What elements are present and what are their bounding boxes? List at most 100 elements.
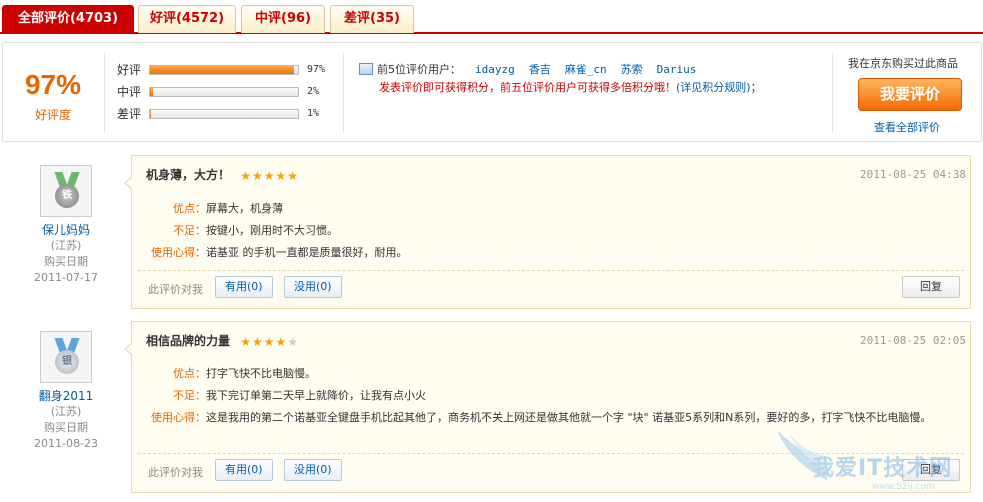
divider (832, 53, 833, 133)
useless-button[interactable]: 没用(0) (284, 276, 342, 298)
points-promo-text: 发表评价即可获得积分，前五位评价用户可获得多倍积分哦！ (379, 81, 676, 94)
review-experience: 使用心得：诺基亚 的手机一直都是质量很好，耐用。 (146, 244, 956, 262)
tab-all-reviews[interactable]: 全部评价(4703) (2, 5, 134, 33)
rating-bar-label: 好评 (117, 63, 142, 77)
divider (104, 53, 105, 133)
watermark-title: 我爱IT技术网 (812, 456, 953, 481)
review-date: 2011-08-25 04:38 (860, 168, 966, 181)
site-watermark: 我爱IT技术网 www.52ij.com (772, 420, 982, 500)
experience-label: 使用心得： (151, 411, 206, 424)
avatar[interactable]: 银 (40, 331, 92, 383)
star-filled-icon: ★ (287, 169, 299, 183)
tab-neutral-reviews[interactable]: 中评(96) (241, 5, 325, 33)
good-rate-value: 97% (24, 69, 82, 100)
rating-bar-fill (150, 66, 294, 74)
review-cons: 不足：我下完订单第二天早上就降价，让我有点小火 (146, 387, 956, 405)
review-title-row: 机身薄，大方！ ★★★★★ (146, 166, 299, 183)
rating-bar-label: 中评 (117, 85, 142, 99)
watermark-url: www.52ij.com (872, 482, 935, 492)
rating-bar-pct: 1% (307, 108, 320, 119)
buy-date-label: 购买日期 (44, 421, 88, 434)
reviewer-name[interactable]: 翻身2011 (20, 387, 112, 404)
iron-medal-icon: 铁 (55, 184, 79, 208)
star-filled-icon: ★ (275, 169, 287, 183)
rating-summary: 97% 好评度 好评 97% 中评 2% 差评 1% 前5位评价用户： idayz… (2, 42, 982, 142)
document-icon (359, 63, 373, 75)
top-reviewer-link[interactable]: 苏索 (621, 63, 643, 76)
rating-bar-neutral: 中评 2% (117, 84, 332, 100)
points-rule-link[interactable]: (详见积分规则) (676, 81, 751, 94)
tab-bad-reviews[interactable]: 差评(35) (330, 5, 414, 33)
top-reviewer-link[interactable]: 香吉 (529, 63, 551, 76)
cons-text: 我下完订单第二天早上就降价，让我有点小火 (206, 389, 426, 402)
review-footer: 此评价对我 有用(0) 没用(0) 回复 (138, 270, 964, 306)
rating-bar-track (149, 87, 299, 97)
good-rate-label: 好评度 (34, 108, 71, 122)
star-filled-icon: ★ (251, 335, 263, 349)
review-title-row: 相信品牌的力量 ★★★★★ (146, 332, 299, 349)
review-tabs: 全部评价(4703) 好评(4572) 中评(96) 差评(35) (0, 0, 983, 34)
review-pros: 优点：打字飞快不比电脑慢。 (146, 365, 956, 383)
divider (343, 53, 344, 133)
rating-bar-good: 好评 97% (117, 62, 332, 78)
bought-label: 我在京东购买过此商品 (848, 57, 958, 70)
useful-button[interactable]: 有用(0) (215, 459, 273, 481)
experience-label: 使用心得： (151, 246, 206, 259)
buy-date-label: 购买日期 (44, 255, 88, 268)
buy-date: 2011-08-23 (34, 437, 98, 450)
rating-bar-bad: 差评 1% (117, 106, 332, 122)
review-pros: 优点：屏幕大，机身薄 (146, 200, 956, 218)
pros-label: 优点： (173, 202, 206, 215)
points-promo: 发表评价即可获得积分，前五位评价用户可获得多倍积分哦！(详见积分规则)； (379, 79, 762, 95)
rating-bar-pct: 97% (307, 64, 326, 75)
tab-good-reviews[interactable]: 好评(4572) (138, 5, 236, 33)
view-all-reviews-link[interactable]: 查看全部评价 (874, 119, 940, 135)
rating-bar-track (149, 65, 299, 75)
review-title: 机身薄，大方！ (146, 168, 231, 182)
top-reviewer-link[interactable]: Darius (657, 63, 697, 76)
review-date: 2011-08-25 02:05 (860, 334, 966, 347)
avatar[interactable]: 铁 (40, 165, 92, 217)
top-reviewer-link[interactable]: 麻雀_cn (565, 63, 607, 76)
rating-bar-label: 差评 (117, 107, 142, 121)
star-filled-icon: ★ (240, 335, 251, 349)
pros-text: 打字飞快不比电脑慢。 (206, 367, 316, 380)
helpful-question: 此评价对我 (148, 283, 203, 296)
star-filled-icon: ★ (251, 169, 263, 183)
helpful-question: 此评价对我 (148, 466, 203, 479)
useful-button[interactable]: 有用(0) (215, 276, 273, 298)
silver-medal-icon: 银 (55, 350, 79, 374)
star-filled-icon: ★ (263, 169, 275, 183)
review-card: 机身薄，大方！ ★★★★★ 2011-08-25 04:38 优点：屏幕大，机身… (124, 155, 971, 309)
star-filled-icon: ★ (263, 335, 275, 349)
rating-bar-pct: 2% (307, 86, 320, 97)
rating-bar-fill (150, 110, 152, 118)
reply-button[interactable]: 回复 (902, 276, 960, 298)
top-reviewers: 前5位评价用户： idayzg 香吉 麻雀_cn 苏索 Darius (359, 61, 696, 77)
cons-label: 不足： (173, 389, 206, 402)
write-review-button[interactable]: 我要评价 (858, 78, 962, 111)
star-rating: ★★★★★ (240, 335, 299, 349)
buy-date: 2011-07-17 (34, 271, 98, 284)
reviewer-info: 银 翻身2011 (江苏) 购买日期 2011-08-23 (20, 331, 112, 452)
top-reviewers-label: 前5位评价用户： (377, 63, 461, 76)
top-reviewer-link[interactable]: idayzg (475, 63, 515, 76)
review-title: 相信品牌的力量 (146, 334, 231, 348)
cons-text: 按键小，刚用时不大习惯。 (206, 224, 338, 237)
rating-bar-fill (150, 88, 153, 96)
reviewer-region: (江苏) (50, 405, 82, 418)
star-empty-icon: ★ (287, 335, 299, 349)
reviewer-info: 铁 保儿妈妈 (江苏) 购买日期 2011-07-17 (20, 165, 112, 286)
pros-text: 屏幕大，机身薄 (206, 202, 283, 215)
experience-text: 诺基亚 的手机一直都是质量很好，耐用。 (206, 246, 408, 259)
cons-label: 不足： (173, 224, 206, 237)
star-rating: ★★★★★ (240, 169, 299, 183)
pros-label: 优点： (173, 367, 206, 380)
useless-button[interactable]: 没用(0) (284, 459, 342, 481)
star-filled-icon: ★ (240, 169, 251, 183)
reviewer-name[interactable]: 保儿妈妈 (20, 221, 112, 238)
rating-bar-track (149, 109, 299, 119)
review-cons: 不足：按键小，刚用时不大习惯。 (146, 222, 956, 240)
reviewer-region: (江苏) (50, 239, 82, 252)
points-promo-tail: ； (750, 81, 762, 94)
